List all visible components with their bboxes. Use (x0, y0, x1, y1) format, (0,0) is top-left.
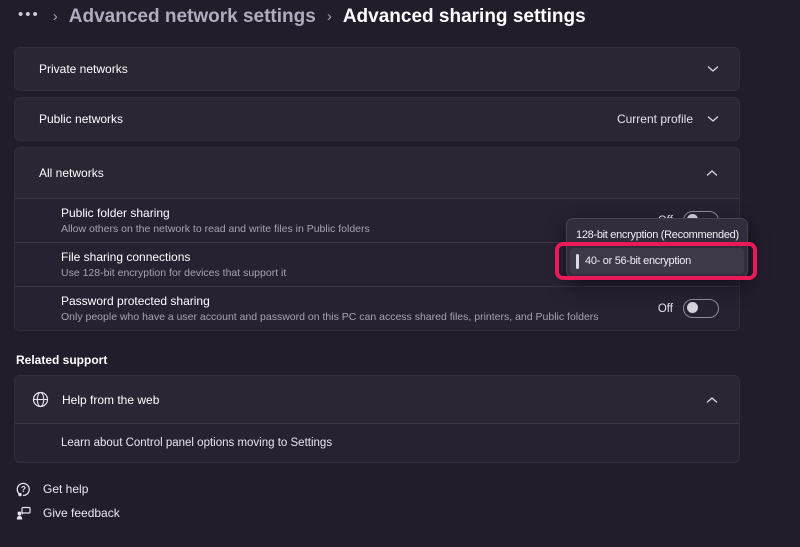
toggle-knob (687, 302, 698, 313)
password-protected-sharing-toggle[interactable] (683, 299, 719, 318)
get-help-label: Get help (43, 482, 88, 496)
dropdown-option-40-56-bit[interactable]: 40- or 56-bit encryption (570, 248, 744, 274)
setting-text: Password protected sharing Only people w… (61, 294, 599, 323)
control-panel-help-link[interactable]: Learn about Control panel options moving… (61, 437, 332, 449)
encryption-dropdown-flyout: 128-bit encryption (Recommended) 40- or … (566, 218, 748, 278)
expander-private-networks[interactable]: Private networks (14, 47, 740, 91)
toggle-state-label: Off (658, 303, 673, 315)
public-networks-label: Public networks (39, 112, 123, 126)
breadcrumb: ••• › Advanced network settings › Advanc… (18, 2, 586, 32)
help-from-web-label: Help from the web (62, 393, 159, 407)
current-profile-badge: Current profile (617, 112, 693, 126)
globe-icon (32, 391, 49, 408)
expander-all-networks-header[interactable]: All networks (15, 148, 739, 198)
dropdown-option-label: 40- or 56-bit encryption (585, 255, 691, 267)
dropdown-option-label: 128-bit encryption (Recommended) (576, 229, 739, 241)
help-link-row: Learn about Control panel options moving… (15, 423, 739, 462)
chevron-right-icon: › (327, 8, 332, 25)
setting-description: Use 128-bit encryption for devices that … (61, 267, 286, 279)
selection-indicator-bar (576, 254, 579, 269)
setting-text: File sharing connections Use 128-bit enc… (61, 250, 286, 279)
settings-page: ••• › Advanced network settings › Advanc… (0, 0, 800, 547)
setting-description: Only people who have a user account and … (61, 311, 599, 323)
get-help-icon: ? (16, 482, 31, 497)
setting-title: Password protected sharing (61, 294, 599, 308)
private-networks-label: Private networks (39, 62, 128, 76)
help-from-web-card: Help from the web Learn about Control pa… (14, 375, 740, 463)
setting-title: File sharing connections (61, 250, 286, 264)
related-support-heading: Related support (16, 353, 740, 367)
setting-text: Public folder sharing Allow others on th… (61, 206, 370, 235)
feedback-icon (16, 506, 31, 521)
breadcrumb-parent-link[interactable]: Advanced network settings (69, 6, 316, 28)
expander-public-networks[interactable]: Public networks Current profile (14, 97, 740, 141)
page-footer: ? Get help Give feedback (16, 477, 120, 525)
chevron-down-icon[interactable] (707, 115, 719, 123)
all-networks-label: All networks (39, 166, 104, 180)
dropdown-option-128-bit[interactable]: 128-bit encryption (Recommended) (570, 222, 744, 248)
chevron-right-icon: › (53, 8, 58, 25)
chevron-down-icon[interactable] (707, 65, 719, 73)
svg-text:?: ? (21, 484, 26, 494)
breadcrumb-ellipsis-button[interactable]: ••• (18, 6, 42, 29)
chevron-up-icon[interactable] (706, 396, 718, 404)
setting-row-password-protected-sharing: Password protected sharing Only people w… (15, 286, 739, 330)
setting-title: Public folder sharing (61, 206, 370, 220)
give-feedback-link[interactable]: Give feedback (16, 501, 120, 525)
setting-description: Allow others on the network to read and … (61, 223, 370, 235)
toggle-group: Off (658, 299, 719, 318)
get-help-link[interactable]: ? Get help (16, 477, 120, 501)
help-from-web-header[interactable]: Help from the web (15, 376, 739, 423)
page-title: Advanced sharing settings (343, 6, 586, 28)
chevron-up-icon[interactable] (706, 169, 718, 177)
give-feedback-label: Give feedback (43, 506, 120, 520)
